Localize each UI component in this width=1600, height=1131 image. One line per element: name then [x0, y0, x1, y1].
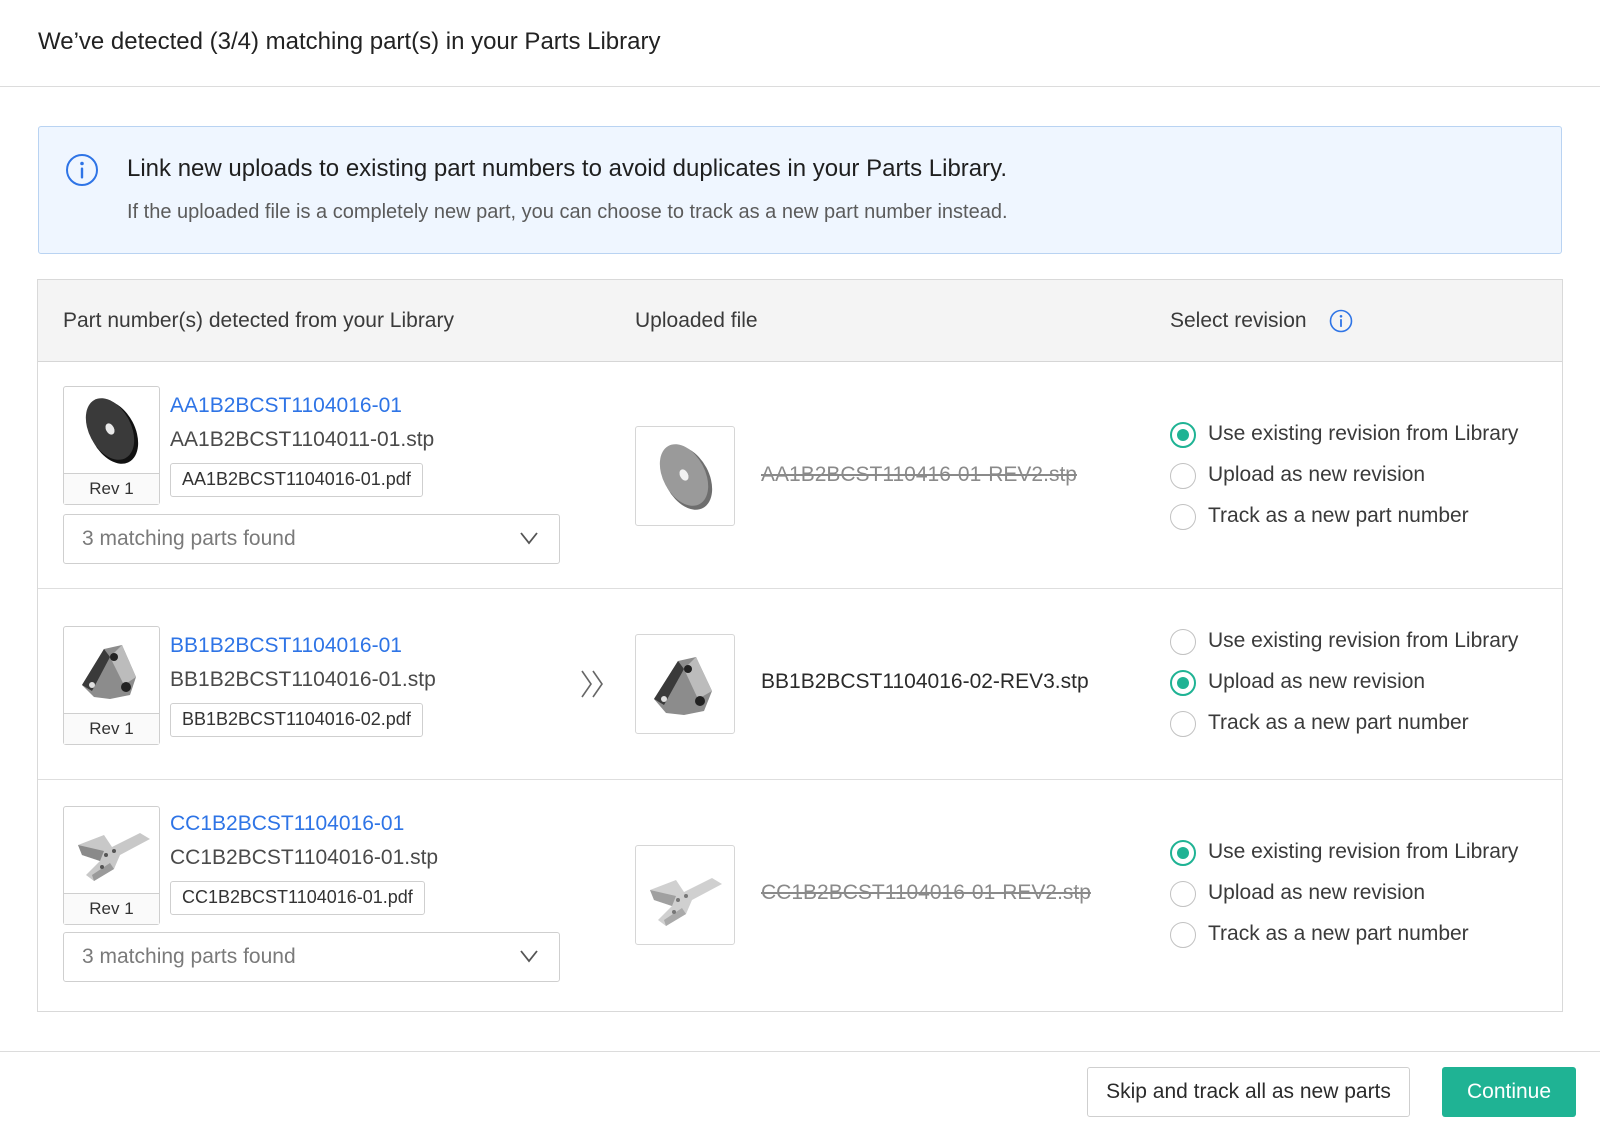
washer-part-image [659, 444, 713, 510]
radio-label: Upload as new revision [1208, 463, 1426, 486]
uploaded-file-thumbnail[interactable] [635, 634, 735, 734]
dropdown-value: 3 matching parts found [82, 945, 296, 968]
radio-use-existing[interactable]: Use existing revision from Library [1170, 422, 1550, 450]
pdf-attachment-chip[interactable]: CC1B2BCST1104016-01.pdf [170, 881, 425, 915]
radio-button[interactable] [1170, 463, 1196, 489]
uploaded-file-name: AA1B2BCST110416-01-REV2.stp [761, 463, 1077, 486]
radio-button[interactable] [1170, 881, 1196, 907]
plate-part-image [650, 878, 722, 926]
dialog-header: We’ve detected (3/4) matching part(s) in… [0, 0, 1600, 87]
radio-label: Use existing revision from Library [1208, 422, 1519, 445]
radio-label: Track as a new part number [1208, 711, 1469, 734]
pdf-attachment-chip[interactable]: BB1B2BCST1104016-02.pdf [170, 703, 423, 737]
part-number-link[interactable]: CC1B2BCST1104016-01 [170, 812, 404, 836]
radio-button[interactable] [1170, 670, 1196, 696]
pdf-attachment-chip[interactable]: AA1B2BCST1104016-01.pdf [170, 463, 423, 497]
library-part-thumbnail[interactable]: Rev 1 [63, 386, 160, 505]
rev-label: Rev 1 [64, 713, 159, 744]
part-number-link[interactable]: AA1B2BCST1104016-01 [170, 394, 402, 418]
radio-label: Track as a new part number [1208, 922, 1469, 945]
skip-and-track-button[interactable]: Skip and track all as new parts [1087, 1067, 1410, 1117]
plate-part-image [78, 833, 150, 881]
uploaded-file-thumbnail[interactable] [635, 845, 735, 945]
rev-label: Rev 1 [64, 893, 159, 924]
rev-label: Rev 1 [64, 473, 159, 504]
part-number-link[interactable]: BB1B2BCST1104016-01 [170, 634, 402, 658]
radio-button[interactable] [1170, 922, 1196, 948]
header-select-revision: Select revision [1170, 309, 1307, 332]
bracket-part-image [654, 657, 712, 715]
header-uploaded-file: Uploaded file [635, 309, 758, 332]
radio-track-new-part[interactable]: Track as a new part number [1170, 922, 1550, 950]
banner-subtext: If the uploaded file is a completely new… [127, 201, 1008, 223]
radio-label: Use existing revision from Library [1208, 840, 1519, 863]
chevron-down-icon [520, 532, 538, 545]
uploaded-file-thumbnail[interactable] [635, 426, 735, 526]
library-file-name: AA1B2BCST1104011-01.stp [170, 428, 435, 451]
table-row: Rev 1 BB1B2BCST1104016-01 BB1B2BCST11040… [38, 589, 1562, 780]
dropdown-value: 3 matching parts found [82, 527, 296, 550]
chevron-down-icon [520, 950, 538, 963]
header-library-parts: Part number(s) detected from your Librar… [63, 309, 454, 332]
double-chevron-right-icon [581, 670, 603, 698]
banner-heading: Link new uploads to existing part number… [127, 155, 1008, 182]
dialog-footer: Skip and track all as new parts Continue [0, 1051, 1600, 1131]
info-banner: Link new uploads to existing part number… [38, 126, 1562, 254]
table-row: Rev 1 AA1B2BCST1104016-01 AA1B2BCST11040… [38, 362, 1562, 589]
library-file-name: BB1B2BCST1104016-01.stp [170, 668, 436, 691]
uploaded-file-name: BB1B2BCST1104016-02-REV3.stp [761, 670, 1089, 693]
library-file-name: CC1B2BCST1104016-01.stp [170, 846, 439, 869]
radio-button[interactable] [1170, 504, 1196, 530]
bracket-part-image [82, 645, 136, 699]
radio-track-new-part[interactable]: Track as a new part number [1170, 504, 1550, 532]
radio-upload-new-revision[interactable]: Upload as new revision [1170, 463, 1550, 491]
radio-upload-new-revision[interactable]: Upload as new revision [1170, 670, 1550, 698]
radio-use-existing[interactable]: Use existing revision from Library [1170, 629, 1550, 657]
dialog-title: We’ve detected (3/4) matching part(s) in… [38, 28, 661, 55]
washer-part-image [85, 398, 139, 464]
radio-use-existing[interactable]: Use existing revision from Library [1170, 840, 1550, 868]
parts-match-table: Part number(s) detected from your Librar… [37, 279, 1563, 1012]
matching-parts-dropdown[interactable]: 3 matching parts found [63, 932, 560, 982]
radio-label: Use existing revision from Library [1208, 629, 1519, 652]
radio-track-new-part[interactable]: Track as a new part number [1170, 711, 1550, 739]
radio-upload-new-revision[interactable]: Upload as new revision [1170, 881, 1550, 909]
radio-button[interactable] [1170, 840, 1196, 866]
radio-button[interactable] [1170, 629, 1196, 655]
uploaded-file-name: CC1B2BCST1104016-01-REV2.stp [761, 881, 1091, 904]
continue-button[interactable]: Continue [1442, 1067, 1576, 1117]
matching-parts-dropdown[interactable]: 3 matching parts found [63, 514, 560, 564]
radio-label: Upload as new revision [1208, 670, 1426, 693]
library-part-thumbnail[interactable]: Rev 1 [63, 806, 160, 925]
radio-button[interactable] [1170, 711, 1196, 737]
radio-label: Track as a new part number [1208, 504, 1469, 527]
table-header: Part number(s) detected from your Librar… [38, 280, 1562, 362]
radio-label: Upload as new revision [1208, 881, 1426, 904]
radio-button[interactable] [1170, 422, 1196, 448]
table-row: Rev 1 CC1B2BCST1104016-01 CC1B2BCST11040… [38, 780, 1562, 1011]
info-icon [66, 154, 98, 186]
library-part-thumbnail[interactable]: Rev 1 [63, 626, 160, 745]
revision-info-icon[interactable] [1329, 309, 1353, 333]
